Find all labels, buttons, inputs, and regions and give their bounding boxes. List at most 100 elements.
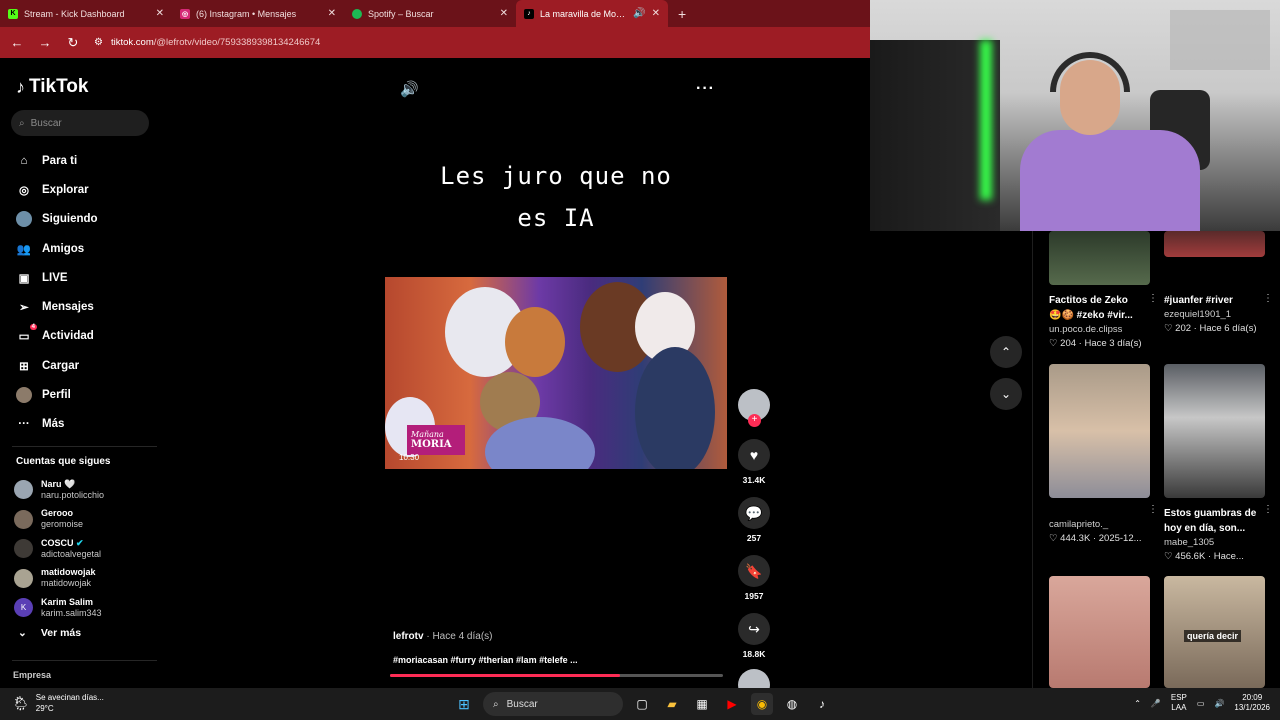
company-link[interactable]: Empresa bbox=[13, 670, 51, 680]
nav-item-live[interactable]: ▣ LIVE bbox=[16, 263, 98, 292]
nav-item-explorar[interactable]: ◎ Explorar bbox=[16, 175, 98, 204]
video-player[interactable]: Mañana MORIA 10:30 bbox=[385, 277, 727, 469]
windows-start-icon[interactable]: ⊞ bbox=[453, 693, 475, 715]
video-progress-bar[interactable] bbox=[390, 674, 723, 677]
volume-icon[interactable]: 🔊 bbox=[400, 80, 419, 98]
card-stats: ♡ 204 · Hace 3 día(s) bbox=[1049, 338, 1142, 349]
weather-temp: 29°C bbox=[35, 704, 54, 713]
close-icon[interactable]: ✕ bbox=[652, 8, 660, 19]
related-video-card[interactable]: camilaprieto._ ♡ 444.3K · 2025-12... ⋮ bbox=[1049, 364, 1158, 546]
heart-outline-icon: ♡ bbox=[1164, 323, 1173, 334]
share-button[interactable]: ↪ bbox=[738, 613, 770, 645]
save-button[interactable]: 🔖 bbox=[738, 555, 770, 587]
card-likes: 202 bbox=[1175, 323, 1192, 334]
video-hashtags[interactable]: #moriacasan #furry #therian #lam #telefe… bbox=[393, 655, 578, 665]
video-author[interactable]: lefrotv · Hace 4 día(s) bbox=[393, 631, 492, 642]
tab-instagram[interactable]: ◎ (6) Instagram • Mensajes ✕ bbox=[172, 0, 344, 27]
following-account[interactable]: matidowojak matidowojak bbox=[14, 564, 104, 594]
close-icon[interactable]: ✕ bbox=[328, 8, 336, 19]
nav-item-cargar[interactable]: ⊞ Cargar bbox=[16, 351, 98, 380]
new-tab-button[interactable]: + bbox=[668, 0, 696, 27]
following-account[interactable]: Gerooo geromoise bbox=[14, 505, 104, 535]
tiktok-logo[interactable]: ♪ TikTok bbox=[16, 76, 88, 98]
divider bbox=[12, 446, 157, 447]
follow-plus-icon[interactable]: + bbox=[748, 414, 761, 427]
nav-item-mensajes[interactable]: ➢ Mensajes bbox=[16, 292, 98, 321]
volume-icon[interactable]: 🔊 bbox=[1214, 699, 1224, 708]
account-name: Gerooo bbox=[41, 508, 74, 519]
like-count: 31.4K bbox=[742, 475, 766, 485]
following-account[interactable]: COSCU ✔ adictoalvegetal bbox=[14, 534, 104, 564]
back-icon[interactable]: ← bbox=[10, 35, 24, 50]
address-field[interactable]: ⚙ tiktok.com/@lefrotv/video/759338939813… bbox=[94, 37, 320, 48]
creator-avatar[interactable]: + bbox=[738, 389, 770, 427]
related-video-card[interactable]: Estos guambras de hoy en día, son... mab… bbox=[1164, 364, 1273, 564]
instagram-favicon-icon: ◎ bbox=[180, 8, 190, 19]
card-menu-icon[interactable]: ⋮ bbox=[1263, 293, 1273, 304]
language-indicator[interactable]: ESP LAA bbox=[1171, 693, 1187, 713]
share-count: 18.8K bbox=[742, 649, 766, 659]
nav-item-siguiendo[interactable]: Siguiendo bbox=[16, 205, 98, 234]
search-input[interactable]: ⌕ Buscar bbox=[11, 110, 149, 136]
related-video-card[interactable]: quería decir bbox=[1164, 576, 1265, 688]
task-view-icon[interactable]: ▢ bbox=[631, 693, 653, 715]
tiktok-favicon-icon: ♪ bbox=[524, 8, 534, 19]
nav-label: Para ti bbox=[42, 154, 78, 167]
like-button[interactable]: ♥ bbox=[738, 439, 770, 471]
network-icon[interactable]: ▭ bbox=[1197, 699, 1205, 708]
related-video-card[interactable] bbox=[1049, 576, 1150, 688]
comment-button[interactable]: 💬 bbox=[738, 497, 770, 529]
nav-menu: ⌂ Para ti ◎ Explorar Siguiendo 👥 Amigos ▣ LI… bbox=[16, 146, 98, 439]
plus-square-icon: ⊞ bbox=[19, 360, 29, 373]
card-stats: ♡ 202 · Hace 6 día(s) bbox=[1164, 323, 1257, 334]
store-icon[interactable]: ▦ bbox=[691, 693, 713, 715]
nav-label: LIVE bbox=[42, 271, 68, 284]
microphone-icon[interactable]: 🎤 bbox=[1151, 699, 1161, 708]
tab-tiktok[interactable]: ♪ La maravilla de Moria Casan 🔊 ✕ bbox=[516, 0, 668, 27]
close-icon[interactable]: ✕ bbox=[156, 8, 164, 19]
video-thumbnail bbox=[1049, 364, 1150, 498]
author-name: lefrotv bbox=[393, 631, 424, 642]
following-heading: Cuentas que sigues bbox=[16, 456, 111, 467]
costume-figure bbox=[505, 307, 565, 377]
bookmark-icon: 🔖 bbox=[745, 562, 763, 579]
following-account[interactable]: Naru 🤍 naru.potolicchio bbox=[14, 475, 104, 505]
account-name: Karim Salim bbox=[41, 596, 94, 607]
friends-icon: 👥 bbox=[16, 243, 32, 256]
file-explorer-icon[interactable]: ▰ bbox=[661, 693, 683, 715]
clock[interactable]: 20:09 13/1/2026 bbox=[1234, 693, 1270, 713]
nav-item-para-ti[interactable]: ⌂ Para ti bbox=[16, 146, 98, 175]
nav-item-actividad[interactable]: ▭ 4 Actividad bbox=[16, 322, 98, 351]
youtube-icon[interactable]: ▶ bbox=[721, 693, 743, 715]
chrome-icon[interactable]: ◉ bbox=[751, 693, 773, 715]
tab-kick[interactable]: K Stream - Kick Dashboard ✕ bbox=[0, 0, 172, 27]
video-thumbnail bbox=[1164, 231, 1265, 257]
tab-spotify[interactable]: ● Spotify – Buscar ✕ bbox=[344, 0, 516, 27]
search-icon: ⌕ bbox=[493, 698, 499, 710]
nav-item-perfil[interactable]: Perfil bbox=[16, 380, 98, 409]
more-options-icon[interactable]: ··· bbox=[696, 80, 715, 98]
comment-icon: 💬 bbox=[745, 504, 763, 521]
forward-icon[interactable]: → bbox=[38, 35, 52, 50]
card-menu-icon[interactable]: ⋮ bbox=[1148, 504, 1158, 515]
see-more-button[interactable]: ⌄ Ver más bbox=[18, 627, 81, 639]
taskbar-search[interactable]: ⌕ Buscar bbox=[483, 692, 623, 716]
speaker-icon[interactable]: 🔊 bbox=[633, 8, 645, 19]
close-icon[interactable]: ✕ bbox=[500, 8, 508, 19]
card-menu-icon[interactable]: ⋮ bbox=[1148, 293, 1158, 304]
next-video-button[interactable]: ⌄ bbox=[990, 378, 1022, 410]
obs-icon[interactable]: ◍ bbox=[781, 693, 803, 715]
related-video-card[interactable]: Factitos de Zeko 🤩🍪 #zeko #vir... un.poc… bbox=[1049, 231, 1158, 351]
reload-icon[interactable]: ↻ bbox=[66, 35, 80, 51]
tab-title: Stream - Kick Dashboard bbox=[24, 8, 125, 19]
chevron-up-icon[interactable]: ⌃ bbox=[1134, 699, 1141, 708]
related-video-card[interactable]: #juanfer #river ezequiel1901_1 ♡ 202 · H… bbox=[1164, 231, 1273, 336]
previous-video-button[interactable]: ⌃ bbox=[990, 336, 1022, 368]
tiktok-app-icon[interactable]: ♪ bbox=[811, 693, 833, 715]
following-account[interactable]: K Karim Salim karim.salim343 bbox=[14, 593, 104, 623]
nav-item-amigos[interactable]: 👥 Amigos bbox=[16, 234, 98, 263]
weather-widget[interactable]: 🌦 Se avecinan días... 29°C bbox=[12, 692, 104, 714]
nav-item-mas[interactable]: ··· Más bbox=[16, 410, 98, 439]
card-menu-icon[interactable]: ⋮ bbox=[1263, 504, 1273, 515]
site-info-icon[interactable]: ⚙ bbox=[94, 37, 103, 48]
